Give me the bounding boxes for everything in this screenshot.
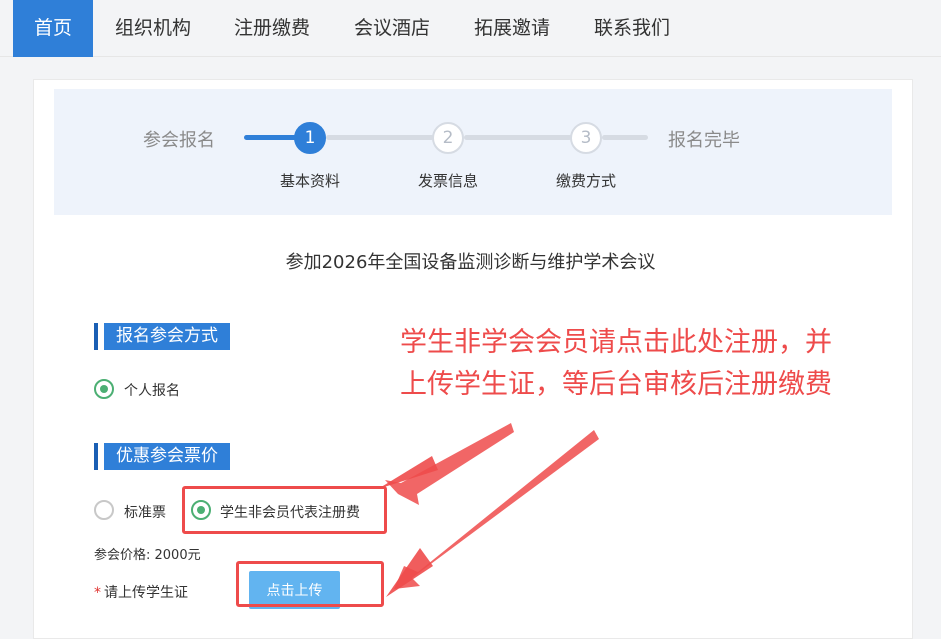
arrow-to-ticket-icon: [378, 423, 514, 505]
annotation-arrows: [378, 423, 599, 597]
arrow-to-upload-icon: [386, 430, 599, 597]
